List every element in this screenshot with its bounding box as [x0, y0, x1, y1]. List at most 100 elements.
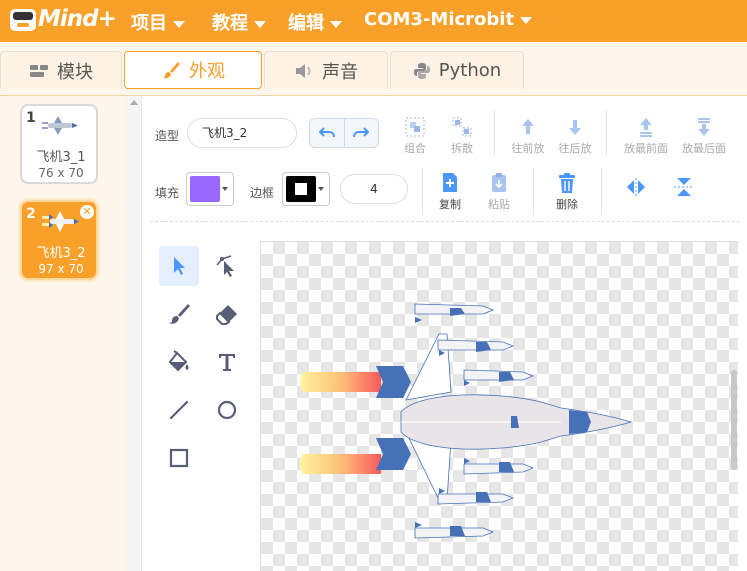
- outline-preview-icon: [295, 183, 307, 195]
- select-tool[interactable]: [159, 246, 199, 286]
- flip-vertical-button[interactable]: [670, 176, 698, 201]
- eraser-tool[interactable]: [207, 294, 247, 334]
- menu-device[interactable]: COM3-Microbit: [364, 9, 533, 30]
- tab-sounds-label: 声音: [322, 61, 358, 83]
- python-icon: [413, 62, 430, 79]
- delete-button[interactable]: 删除: [549, 168, 585, 212]
- outline-label: 边框: [250, 186, 275, 200]
- circle-icon: [217, 400, 237, 420]
- copy-icon: [443, 173, 457, 192]
- forward-label: 往前放: [511, 142, 545, 155]
- to-back-label: 放最后面: [682, 142, 726, 155]
- costume-name-label: 造型: [155, 129, 180, 143]
- menu-project[interactable]: 项目: [131, 9, 185, 35]
- group-icon: [405, 117, 425, 137]
- fill-tool[interactable]: [159, 342, 199, 382]
- line-tool[interactable]: [159, 390, 199, 430]
- paintbrush-icon: [169, 304, 190, 324]
- costume-name-input[interactable]: 飞机3_2: [187, 118, 297, 148]
- to-front-button[interactable]: 放最前面: [619, 112, 673, 156]
- trash-icon: [559, 173, 575, 193]
- text-tool[interactable]: [207, 342, 247, 382]
- menu-edit[interactable]: 编辑: [288, 9, 342, 35]
- blocks-icon: [30, 64, 48, 77]
- menu-tutorial-label: 教程: [212, 13, 248, 34]
- costume-name: 飞机3_2: [36, 246, 86, 261]
- circle-tool[interactable]: [207, 390, 247, 430]
- backward-label: 往后放: [558, 142, 592, 155]
- delete-label: 删除: [556, 198, 578, 211]
- arrow-down-icon: [569, 120, 581, 135]
- outline-width-input[interactable]: 4: [340, 174, 408, 204]
- mindplus-logo[interactable]: Mind+: [8, 5, 117, 37]
- redo-button[interactable]: [345, 119, 379, 147]
- tab-costumes[interactable]: 外观: [124, 51, 262, 89]
- arrow-up-icon: [522, 119, 534, 134]
- toolbar-separator: [422, 168, 423, 214]
- paste-button[interactable]: 粘贴: [481, 168, 517, 212]
- group-button[interactable]: 组合: [398, 112, 432, 156]
- fill-color-swatch: [190, 176, 220, 202]
- costume-thumbnail: [42, 116, 78, 135]
- fill-color-picker[interactable]: [186, 172, 234, 206]
- chevron-down-icon: [222, 187, 228, 191]
- menu-bar: Mind+ 项目 教程 编辑 COM3-Microbit: [0, 0, 747, 42]
- tab-sounds[interactable]: 声音: [264, 51, 388, 89]
- undo-icon: [318, 127, 335, 138]
- costume-size: 97 x 70: [38, 262, 84, 276]
- costume-list-scrollbar[interactable]: [126, 96, 142, 571]
- eraser-icon: [216, 305, 237, 325]
- fill-label: 填充: [155, 186, 180, 200]
- scroll-up-icon[interactable]: [130, 100, 138, 105]
- costume-thumbnail: [42, 211, 79, 232]
- paste-icon: [492, 173, 506, 192]
- copy-button[interactable]: 复制: [432, 168, 468, 212]
- toolbar-separator: [606, 110, 607, 156]
- line-icon: [169, 400, 189, 420]
- canvas-scrollbar[interactable]: [731, 370, 737, 470]
- ungroup-button[interactable]: 拆散: [445, 112, 479, 156]
- reshape-icon: [216, 255, 234, 277]
- tab-bar: 模块 外观 声音 Python: [0, 42, 747, 96]
- rectangle-tool[interactable]: [159, 438, 199, 478]
- costume-size: 76 x 70: [38, 166, 84, 180]
- flip-horizontal-icon: [627, 178, 645, 196]
- tab-blocks[interactable]: 模块: [0, 51, 122, 89]
- brush-icon: [163, 62, 180, 79]
- costume-number: 1: [26, 110, 36, 126]
- bring-to-front-icon: [640, 118, 652, 137]
- chevron-down-icon: [173, 20, 185, 28]
- delete-costume-icon[interactable]: ✕: [80, 205, 94, 219]
- toolbar-separator: [533, 168, 534, 214]
- menu-tutorial[interactable]: 教程: [212, 9, 266, 35]
- forward-button[interactable]: 往前放: [508, 112, 548, 156]
- chevron-down-icon: [254, 20, 266, 28]
- tab-python[interactable]: Python: [390, 51, 524, 89]
- group-label: 组合: [404, 142, 426, 155]
- chevron-down-icon: [520, 16, 533, 24]
- flip-horizontal-button[interactable]: [622, 176, 650, 201]
- toolbar-separator: [494, 110, 495, 156]
- reshape-tool[interactable]: [207, 246, 247, 286]
- chevron-down-icon: [318, 187, 324, 191]
- tab-blocks-label: 模块: [57, 61, 93, 83]
- menu-project-label: 项目: [131, 13, 167, 34]
- backward-button[interactable]: 往后放: [555, 112, 595, 156]
- toolbar-separator: [601, 168, 602, 214]
- tab-python-label: Python: [438, 60, 502, 81]
- undo-button[interactable]: [310, 119, 345, 147]
- costume-item-2[interactable]: 2 ✕ 飞机3_2 97 x 70: [20, 200, 98, 280]
- copy-label: 复制: [439, 198, 461, 211]
- outline-color-picker[interactable]: [282, 172, 330, 206]
- redo-icon: [353, 127, 370, 138]
- costume-item-1[interactable]: 1 飞机3_1 76 x 70: [20, 104, 98, 184]
- robot-logo-icon: [10, 9, 36, 31]
- menu-edit-label: 编辑: [288, 13, 324, 34]
- brush-tool[interactable]: [159, 294, 199, 334]
- send-to-back-icon: [698, 118, 710, 136]
- to-back-button[interactable]: 放最后面: [677, 112, 731, 156]
- drawing-canvas[interactable]: [260, 241, 738, 571]
- airplane-costume-image: [300, 303, 633, 539]
- paint-bucket-icon: [168, 350, 189, 372]
- outline-color-swatch: [286, 176, 316, 202]
